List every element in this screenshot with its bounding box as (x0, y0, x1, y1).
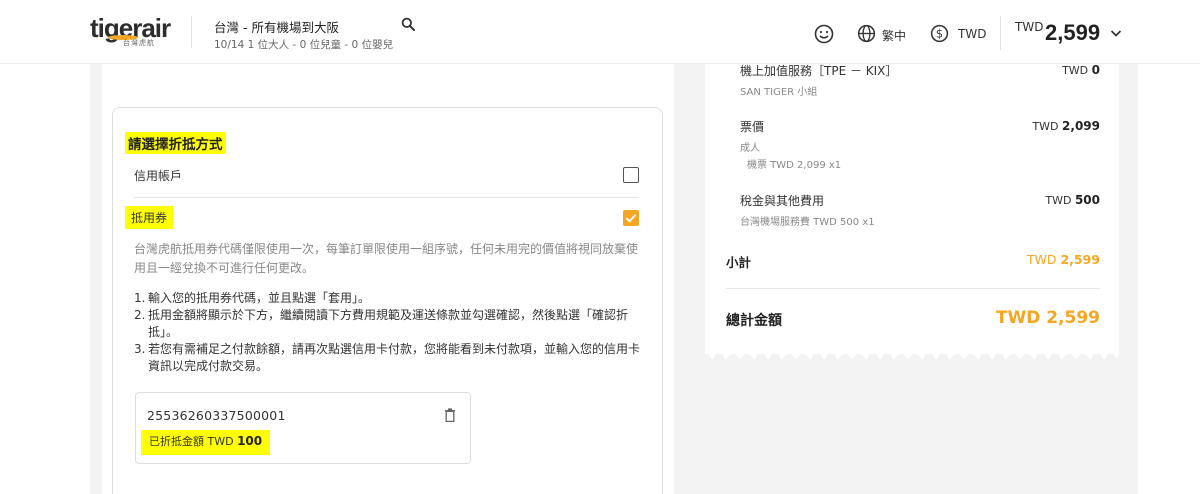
route-title: 台灣 - 所有機場到大阪 (214, 20, 339, 35)
step-text: 輸入您的抵用券代碼，並且點選「套用」。 (148, 291, 371, 305)
voucher-checkbox[interactable] (623, 210, 639, 226)
summary-item-label: 稅金與其他費用 (740, 194, 825, 208)
trash-icon[interactable] (444, 408, 456, 422)
summary-item-sub: 成人 (740, 143, 760, 154)
credit-account-checkbox[interactable] (623, 167, 639, 183)
deducted-label: 已折抵金額 TWD (149, 435, 234, 448)
summary-item-label: 票價 (740, 120, 765, 134)
grand-total-amount: TWD 2,599 (995, 308, 1100, 328)
header-total-amount[interactable]: 2,599 (1045, 20, 1100, 46)
header-divider-2 (1000, 16, 1001, 50)
summary-item-value: 0 (1091, 63, 1100, 77)
summary-item-currency: TWD (1032, 120, 1059, 133)
summary-item-currency: TWD (1062, 64, 1089, 77)
deducted-amount: 已折抵金額 TWD 100 (141, 430, 271, 455)
voucher-description: 台灣虎航抵用券代碼僅限使用一次，每筆訂單限使用一組序號，任何未用完的價值將視同放… (134, 242, 639, 275)
chevron-down-icon[interactable] (1110, 29, 1122, 38)
step-number: 2. (134, 308, 146, 322)
route-passengers: 10/14 1 位大人 - 0 位兒童 - 0 位嬰兒 (214, 39, 394, 51)
summary-item-value: 500 (1074, 193, 1100, 207)
grand-total-label: 總計金額 (726, 313, 782, 329)
smile-icon[interactable] (814, 24, 834, 44)
tigerair-logo[interactable]: tigerair 台灣虎航 (90, 15, 174, 48)
currency-icon[interactable]: $ (930, 24, 949, 43)
language-selector[interactable]: 繁中 (882, 27, 906, 44)
voucher-code: 25536260337500001 (147, 408, 286, 423)
discount-method-title: 請選擇折抵方式 (125, 132, 226, 154)
step-text: 抵用金額將顯示於下方，繼續閱讀下方費用規範及運送條款並勾選確認，然後點選「確認折… (148, 308, 629, 339)
checkmark-icon (625, 214, 637, 223)
search-icon[interactable] (401, 17, 415, 31)
header-total-currency: TWD (1015, 20, 1044, 34)
step-item: 3. 若您有需補足之付款餘額，請再次點選信用卡付款，您將能看到未付款項，並輸入您… (134, 341, 644, 375)
subtotal-value: 2,599 (1060, 252, 1100, 267)
voucher-label: 抵用券 (125, 206, 174, 229)
globe-icon[interactable] (857, 24, 876, 43)
receipt-zigzag-edge (705, 350, 1119, 360)
step-number: 1. (134, 291, 146, 305)
svg-text:$: $ (936, 27, 943, 41)
subtotal-label: 小計 (726, 255, 752, 270)
logo-subtext: 台灣虎航 (123, 39, 155, 47)
top-header: tigerair 台灣虎航 台灣 - 所有機場到大阪 10/14 1 位大人 -… (0, 0, 1200, 64)
option-divider (134, 197, 639, 198)
step-number: 3. (134, 342, 146, 356)
credit-account-label: 信用帳戶 (134, 169, 183, 183)
summary-item-amount: TWD 0 (1062, 63, 1100, 77)
summary-item-currency: TWD (1045, 194, 1072, 207)
summary-item-amount: TWD 2,099 (1032, 119, 1100, 133)
step-item: 2. 抵用金額將顯示於下方，繼續閱讀下方費用規範及運送條款並勾選確認，然後點選「… (134, 307, 644, 341)
currency-selector[interactable]: TWD (958, 27, 986, 41)
subtotal-amount: TWD 2,599 (1027, 252, 1100, 267)
summary-divider (726, 288, 1100, 289)
summary-item-sub: SAN TIGER 小組 (740, 87, 818, 98)
voucher-steps: 1. 輸入您的抵用券代碼，並且點選「套用」。 2. 抵用金額將顯示於下方，繼續閱… (134, 290, 644, 375)
summary-item-sub: 台灣機場服務費 TWD 500 x1 (740, 217, 875, 228)
summary-item-label: 機上加值服務［TPE － KIX］ (740, 64, 898, 78)
deducted-value: 100 (237, 434, 263, 448)
summary-item-value: 2,099 (1062, 119, 1100, 133)
subtotal-currency: TWD (1026, 252, 1057, 267)
summary-item-detail: 機票 TWD 2,099 x1 (747, 160, 842, 171)
step-text: 若您有需補足之付款餘額，請再次點選信用卡付款，您將能看到未付款項，並輸入您的信用… (148, 342, 641, 373)
summary-item-amount: TWD 500 (1045, 193, 1100, 207)
step-item: 1. 輸入您的抵用券代碼，並且點選「套用」。 (134, 290, 644, 307)
header-divider (191, 16, 192, 48)
